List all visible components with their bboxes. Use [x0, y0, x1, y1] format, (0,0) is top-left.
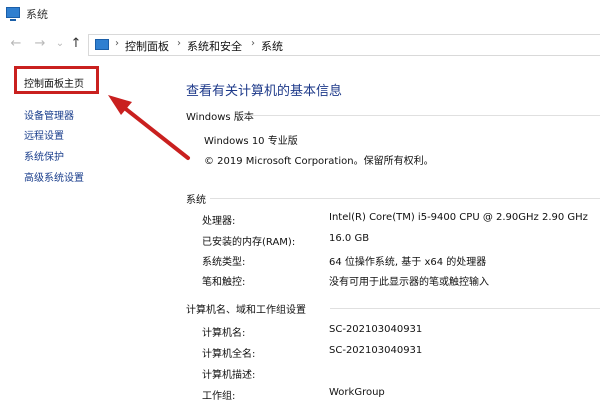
page-title: 查看有关计算机的基本信息 [186, 84, 343, 99]
memory-value: 16.0 GB [329, 233, 370, 244]
workgroup-label: 工作组: [202, 391, 236, 402]
system-type-value: 64 位操作系统, 基于 x64 的处理器 [329, 257, 487, 268]
full-computer-name-value: SC-202103040931 [329, 345, 423, 356]
system-type-label: 系统类型: [202, 257, 246, 268]
memory-label: 已安装的内存(RAM): [202, 237, 296, 248]
computer-description-label: 计算机描述: [202, 370, 256, 381]
computer-name-label: 计算机名: [202, 328, 246, 339]
pen-touch-label: 笔和触控: [202, 277, 246, 288]
workgroup-value: WorkGroup [329, 387, 385, 398]
computer-name-value: SC-202103040931 [329, 324, 423, 335]
computer-name-heading: 计算机名、域和工作组设置 [186, 305, 306, 316]
section-divider [330, 308, 600, 309]
section-divider [240, 115, 600, 116]
copyright-text: © 2019 Microsoft Corporation。保留所有权利。 [204, 156, 434, 167]
system-heading: 系统 [186, 195, 206, 206]
pen-touch-value: 没有可用于此显示器的笔或触控输入 [329, 277, 489, 288]
processor-value: Intel(R) Core(TM) i5-9400 CPU @ 2.90GHz … [329, 212, 588, 223]
windows-edition: Windows 10 专业版 [204, 136, 298, 147]
section-divider [210, 198, 600, 199]
annotation-arrow [108, 95, 190, 160]
full-computer-name-label: 计算机全名: [202, 349, 256, 360]
processor-label: 处理器: [202, 216, 236, 227]
